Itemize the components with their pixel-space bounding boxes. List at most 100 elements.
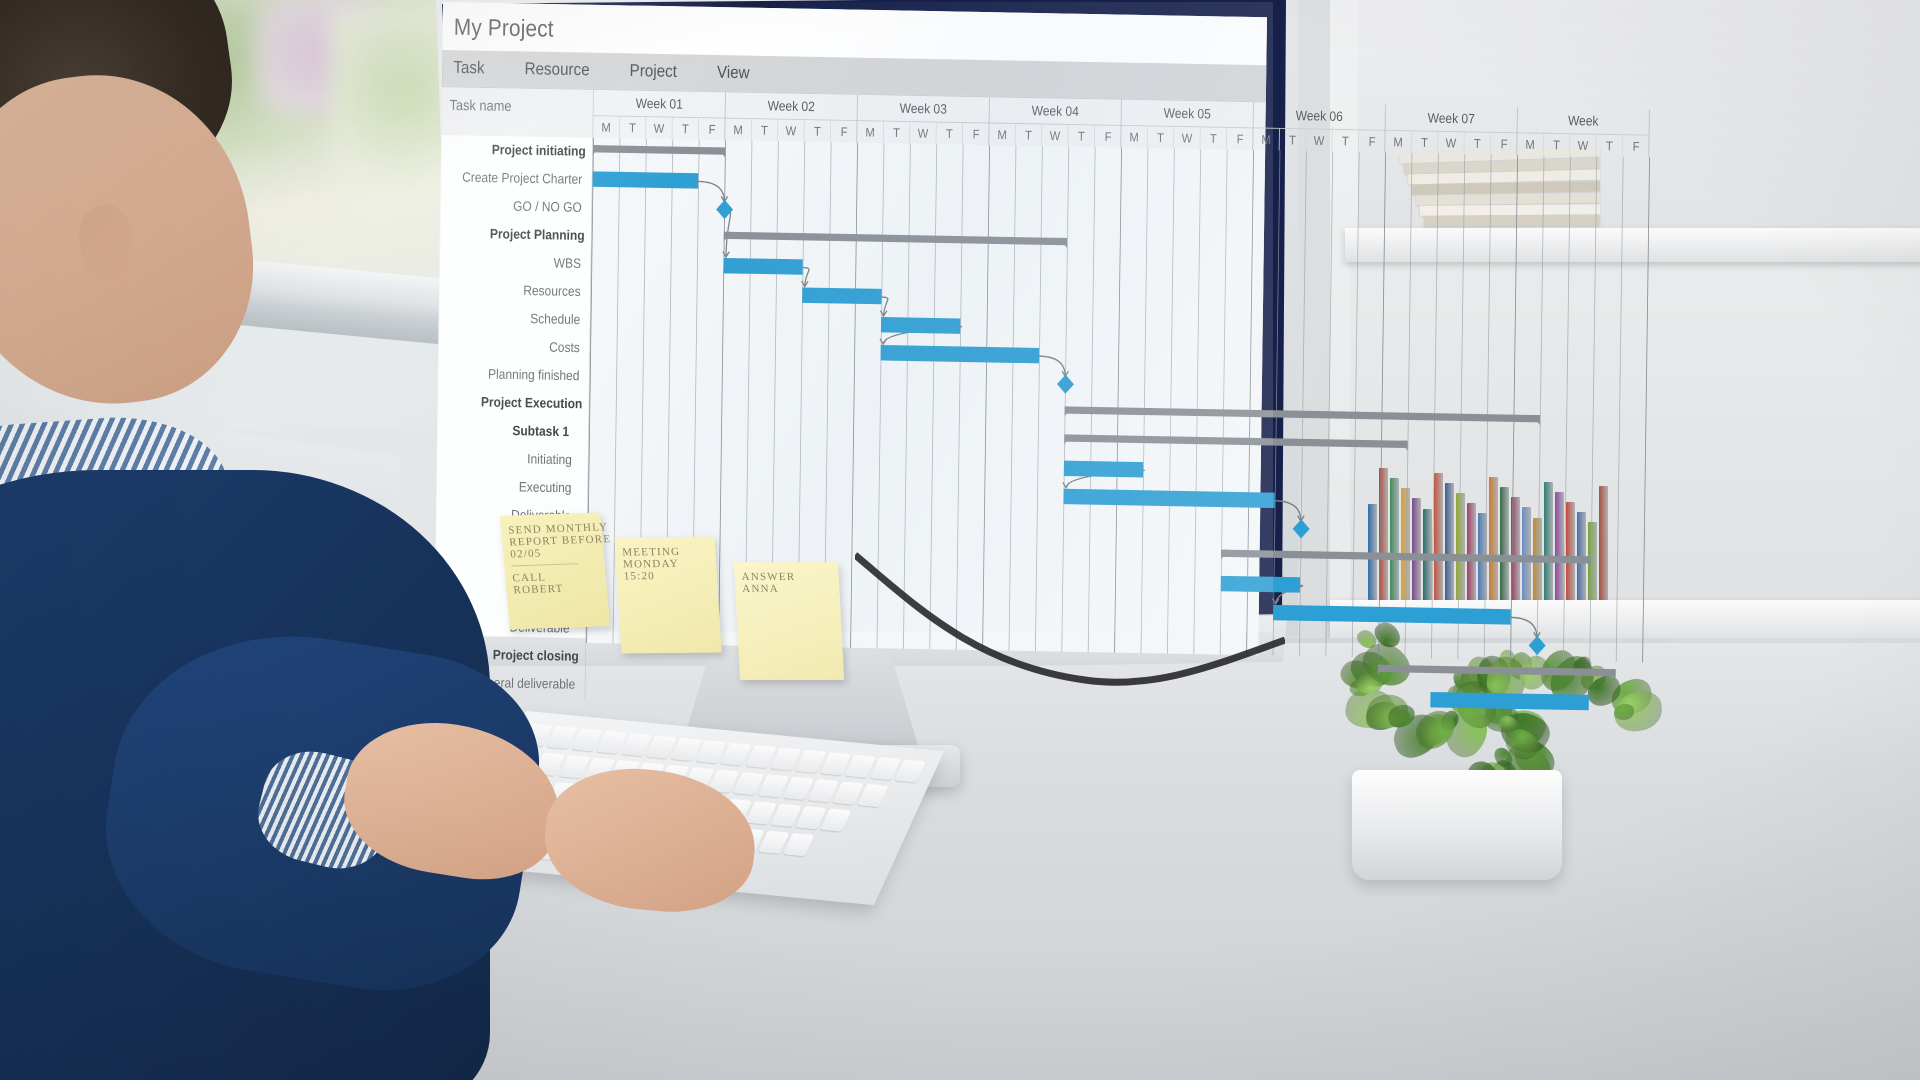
book (1423, 215, 1601, 227)
week-column-8: Week M T W T F (1517, 106, 1650, 158)
week-label: Week 04 (989, 97, 1122, 126)
menu-item-resource[interactable]: Resource (524, 60, 612, 82)
summary-bar[interactable] (723, 231, 1068, 246)
day-cell[interactable]: T (1411, 131, 1439, 154)
milestone-marker[interactable] (1056, 374, 1074, 394)
week-label: Week 07 (1385, 104, 1518, 134)
book (1544, 481, 1553, 618)
sticky-note-line: 02/05 (509, 547, 543, 561)
book (1390, 478, 1399, 603)
day-cells: MTWTF (989, 123, 1122, 148)
sticky-note-line: ANNA (741, 583, 780, 596)
sticky-note-anna: ANSWER ANNA (733, 562, 845, 680)
task-bar[interactable] (802, 287, 882, 305)
book (1500, 487, 1509, 614)
book (1445, 482, 1454, 608)
day-cell[interactable]: M (989, 123, 1016, 146)
day-cell[interactable]: F (699, 118, 726, 140)
summary-bar[interactable] (592, 145, 726, 155)
day-cell[interactable]: T (619, 116, 647, 139)
task-bar[interactable] (880, 316, 961, 334)
day-cells: MTWTF (593, 116, 725, 140)
week-label: Week 02 (725, 92, 858, 121)
book (1419, 204, 1601, 216)
day-cell[interactable]: T (1200, 127, 1228, 150)
day-cell[interactable]: T (936, 122, 964, 145)
day-cell[interactable]: T (751, 119, 779, 142)
day-cell[interactable]: T (1332, 129, 1360, 153)
day-cell[interactable]: M (1517, 133, 1544, 156)
week-column-7: Week 07 M T W T F (1385, 104, 1518, 155)
day-cell[interactable]: W (1437, 131, 1465, 154)
day-cell[interactable]: T (1147, 126, 1175, 149)
day-cell[interactable]: T (1464, 132, 1492, 155)
sticky-note-divider (511, 563, 579, 567)
book (1489, 477, 1498, 613)
day-cell[interactable]: F (963, 123, 990, 145)
week-label: Week (1517, 106, 1650, 136)
week-label: Week 06 (1253, 102, 1386, 131)
task-bar[interactable] (880, 345, 1040, 364)
sticky-note-meeting: MEETING MONDAY 15:20 (614, 536, 722, 654)
monitor-cable (855, 552, 1285, 686)
menu-item-view[interactable]: View (717, 63, 772, 84)
task-bar[interactable] (723, 257, 803, 275)
task-bar[interactable] (592, 171, 699, 189)
week-column-4: Week 04 M T W T F (989, 97, 1122, 148)
sticky-note-line: 15:20 (623, 570, 656, 583)
week-label: Week 03 (857, 94, 990, 124)
book (1434, 472, 1443, 607)
day-cell[interactable]: M (1253, 128, 1280, 151)
task-bar[interactable] (1063, 488, 1275, 509)
week-column-5: Week 05 M T W T F (1121, 99, 1254, 151)
day-cell[interactable]: T (1279, 128, 1307, 152)
day-cell[interactable]: W (777, 119, 805, 142)
day-cell[interactable]: T (672, 117, 700, 140)
day-cell[interactable]: T (1543, 133, 1571, 156)
day-cell[interactable]: M (593, 116, 620, 139)
week-column-1: Week 01 M T W T F (593, 89, 726, 141)
day-cells: MTWTF (1517, 133, 1649, 157)
day-cell[interactable]: W (1173, 126, 1201, 150)
desk-workspace-photo: My Project Task Resource Project View Task … (0, 0, 1920, 1080)
week-column-3: Week 03 M T W T F (857, 94, 990, 146)
day-cell[interactable]: T (1015, 123, 1043, 147)
book (1412, 498, 1421, 605)
person-at-desk (0, 0, 761, 1080)
day-cell[interactable]: W (1569, 134, 1597, 157)
day-cell[interactable]: W (1041, 124, 1069, 147)
menu-item-project[interactable]: Project (629, 62, 699, 83)
day-cells: MTWTF (857, 121, 989, 145)
week-label: Week 05 (1121, 99, 1254, 129)
day-cell[interactable]: F (1095, 125, 1122, 147)
task-bar[interactable] (1430, 691, 1589, 711)
week-column-6: Week 06 M T W T F (1253, 102, 1386, 153)
day-cell[interactable]: M (1121, 125, 1148, 149)
sticky-note-line: MONDAY (622, 557, 680, 571)
milestone-marker[interactable] (716, 199, 734, 220)
sticky-note-line: ANSWER (741, 571, 796, 584)
plant-pot (1352, 770, 1562, 880)
day-cells: MTWTF (1253, 128, 1386, 153)
day-cell[interactable]: F (831, 121, 858, 143)
day-cell[interactable]: M (1385, 130, 1412, 153)
day-cell[interactable]: W (909, 121, 937, 145)
day-cell[interactable]: F (1359, 130, 1386, 152)
day-cell[interactable]: F (1491, 133, 1518, 155)
day-cells: MTWTF (725, 118, 858, 143)
day-cell[interactable]: T (1068, 124, 1096, 148)
sticky-note-line: MEETING (621, 545, 681, 559)
week-label: Week 01 (593, 89, 726, 119)
day-cell[interactable]: M (725, 118, 752, 141)
day-cell[interactable]: F (1623, 135, 1650, 157)
day-cell[interactable]: W (645, 117, 673, 140)
day-cell[interactable]: M (857, 121, 884, 144)
sticky-note-line: ROBERT (513, 582, 565, 597)
day-cell[interactable]: W (1305, 129, 1333, 152)
day-cell[interactable]: T (804, 120, 832, 143)
day-cell[interactable]: F (1227, 128, 1254, 150)
day-cell[interactable]: T (883, 121, 911, 144)
task-bar[interactable] (1063, 460, 1144, 478)
day-cells: MTWTF (1385, 130, 1518, 155)
day-cell[interactable]: T (1596, 134, 1624, 157)
